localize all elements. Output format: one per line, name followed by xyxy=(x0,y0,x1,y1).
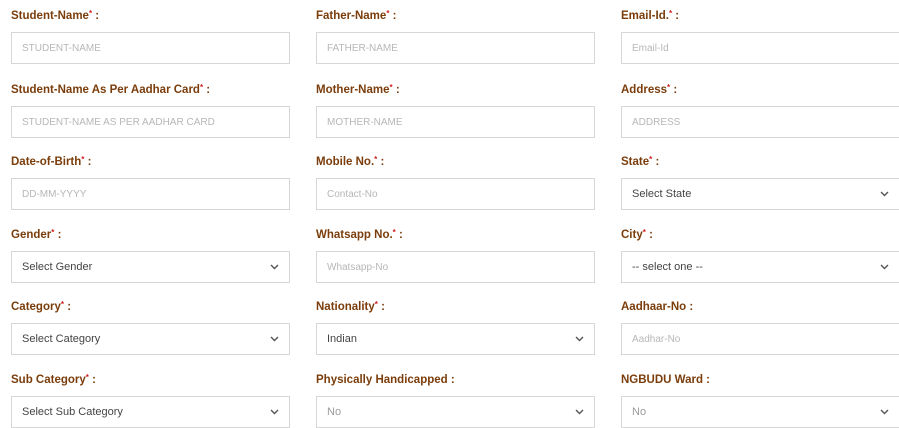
required-mark: * xyxy=(199,83,204,92)
required-mark: * xyxy=(386,9,390,18)
physically-handicapped-select[interactable]: No xyxy=(316,396,595,428)
aadhaar-no-label: Aadhaar-No : xyxy=(621,301,694,313)
dob-input[interactable] xyxy=(11,178,290,210)
gender-label: Gender* : xyxy=(11,228,62,241)
required-mark: * xyxy=(667,83,671,92)
student-name-input[interactable] xyxy=(11,32,290,64)
mobile-label: Mobile No.* : xyxy=(316,155,385,168)
category-select[interactable]: Select Category xyxy=(11,323,290,355)
ngbudu-ward-label: NGBUDU Ward : xyxy=(621,374,711,386)
required-mark: * xyxy=(81,155,85,164)
required-mark: * xyxy=(88,9,93,18)
required-mark: * xyxy=(668,9,673,18)
sub-category-select[interactable]: Select Sub Category xyxy=(11,396,290,428)
aadhaar-no-input[interactable] xyxy=(621,323,899,355)
state-select[interactable]: Select State xyxy=(621,178,899,210)
dob-label: Date-of-Birth* : xyxy=(11,155,92,168)
address-label: Address* : xyxy=(621,83,678,96)
chevron-down-icon xyxy=(269,334,279,344)
chevron-down-icon xyxy=(879,189,889,199)
email-input[interactable] xyxy=(621,32,899,64)
ngbudu-ward-select[interactable]: No xyxy=(621,396,899,428)
chevron-down-icon xyxy=(574,334,584,344)
father-name-input[interactable] xyxy=(316,32,595,64)
chevron-down-icon xyxy=(269,262,279,272)
student-name-label: Student-Name* : xyxy=(11,9,100,22)
whatsapp-label: Whatsapp No.* : xyxy=(316,228,403,241)
category-label: Category* : xyxy=(11,300,72,313)
mother-name-label: Mother-Name* : xyxy=(316,83,400,96)
gender-select[interactable]: Select Gender xyxy=(11,251,290,283)
mother-name-input[interactable] xyxy=(316,106,595,138)
father-name-label: Father-Name* : xyxy=(316,9,397,22)
city-label: City* : xyxy=(621,228,653,241)
physically-handicapped-label: Physically Handicapped : xyxy=(316,374,455,386)
chevron-down-icon xyxy=(879,407,889,417)
email-label: Email-Id.* : xyxy=(621,9,680,22)
required-mark: * xyxy=(60,300,64,309)
aadhar-name-label: Student-Name As Per Aadhar Card* : xyxy=(11,83,211,96)
required-mark: * xyxy=(642,228,646,237)
whatsapp-input[interactable] xyxy=(316,251,595,283)
required-mark: * xyxy=(374,155,378,164)
chevron-down-icon xyxy=(574,407,584,417)
required-mark: * xyxy=(389,83,393,92)
city-select[interactable]: -- select one -- xyxy=(621,251,899,283)
required-mark: * xyxy=(649,155,653,164)
nationality-select[interactable]: Indian xyxy=(316,323,595,355)
required-mark: * xyxy=(392,228,396,237)
state-label: State* : xyxy=(621,155,660,168)
chevron-down-icon xyxy=(269,407,279,417)
nationality-label: Nationality* : xyxy=(316,300,385,313)
address-input[interactable] xyxy=(621,106,899,138)
chevron-down-icon xyxy=(879,262,889,272)
aadhar-name-input[interactable] xyxy=(11,106,290,138)
required-mark: * xyxy=(374,300,378,309)
mobile-input[interactable] xyxy=(316,178,595,210)
required-mark: * xyxy=(85,373,89,382)
required-mark: * xyxy=(51,228,55,237)
sub-category-label: Sub Category* : xyxy=(11,373,96,386)
